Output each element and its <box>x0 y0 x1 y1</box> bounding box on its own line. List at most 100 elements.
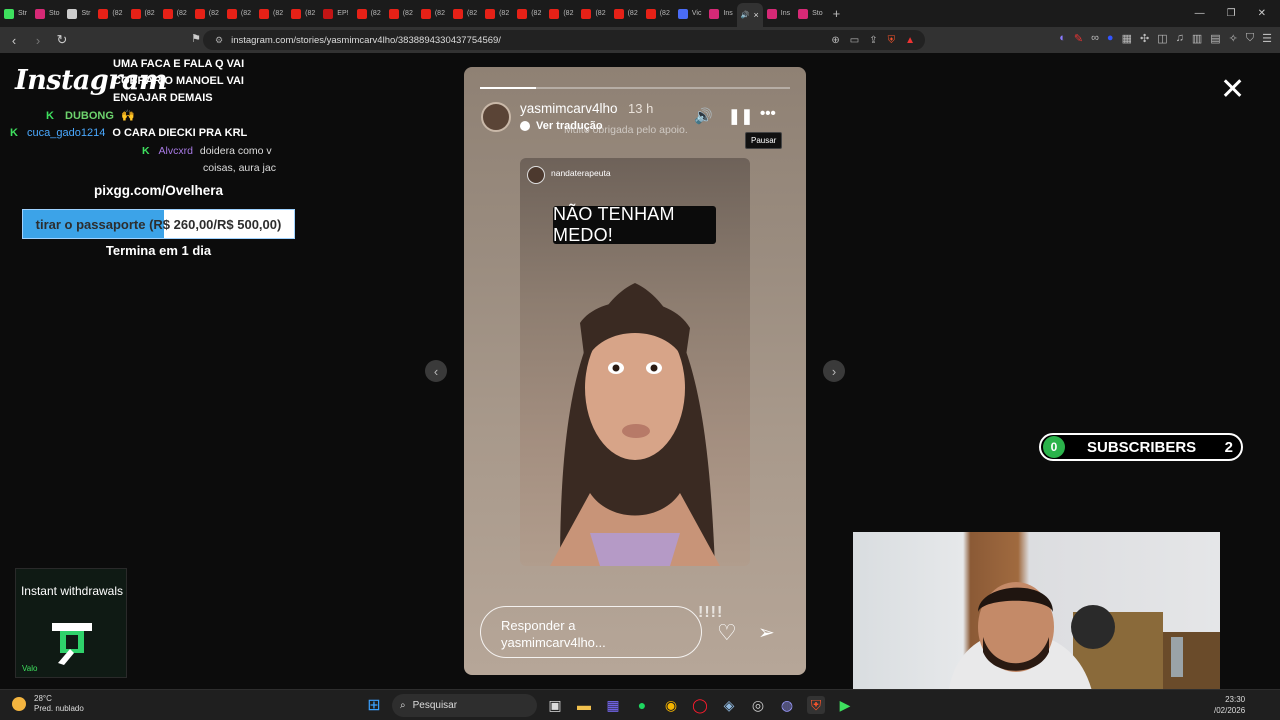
extension-icon[interactable]: ● <box>1107 32 1114 45</box>
new-tab-button[interactable]: + <box>833 6 841 21</box>
browser-tab[interactable]: Sto <box>31 0 64 27</box>
extension-icon[interactable]: ∞ <box>1091 32 1099 45</box>
previous-story-button[interactable]: ‹ <box>425 360 447 382</box>
screenshot-icon[interactable]: ◫ <box>1157 32 1167 45</box>
media-icon[interactable]: ♫ <box>1176 32 1184 45</box>
browser-tab[interactable]: (82 <box>159 0 191 27</box>
promo-title: Instant withdrawals <box>20 584 124 598</box>
webcam-feed <box>853 532 1220 695</box>
maximize-icon[interactable]: ❐ <box>1227 8 1236 19</box>
browser-tab[interactable]: EP! <box>319 0 352 27</box>
volume-icon[interactable]: 🔊 <box>694 107 713 125</box>
extension-icon[interactable]: ▦ <box>1122 32 1132 45</box>
webcam-image <box>948 582 1220 695</box>
browser-tab[interactable]: (82 <box>127 0 159 27</box>
extension-icon[interactable]: ✎ <box>1074 32 1083 45</box>
next-story-button[interactable]: › <box>823 360 845 382</box>
browser-tab[interactable]: (82 <box>513 0 545 27</box>
browser-tab[interactable]: Vic <box>674 0 706 27</box>
share-icon[interactable]: ⇪ <box>869 35 877 46</box>
app-icon[interactable]: ▶ <box>836 696 854 714</box>
active-browser-tab[interactable]: 🔊 × <box>736 3 763 27</box>
opera-icon[interactable]: ◯ <box>691 696 709 714</box>
tab-favicon-icon <box>766 8 777 19</box>
tab-close-icon[interactable]: × <box>754 10 759 20</box>
reload-icon[interactable]: ↻ <box>52 32 72 48</box>
chrome-icon[interactable]: ◉ <box>662 696 680 714</box>
windows-start-icon[interactable]: ⊞ <box>365 696 383 714</box>
tab-favicon-icon <box>452 8 463 19</box>
browser-tab[interactable]: (82 <box>353 0 385 27</box>
steam-icon[interactable]: ◈ <box>720 696 738 714</box>
brave-rewards-icon[interactable]: ▲ <box>905 35 915 46</box>
translate-link[interactable]: Ver tradução <box>520 120 603 132</box>
close-icon[interactable]: ✕ <box>1220 75 1245 105</box>
more-options-icon[interactable]: ••• <box>760 105 776 122</box>
browser-tab[interactable]: Sto <box>794 0 827 27</box>
brave-icon[interactable]: ⛨ <box>807 696 825 714</box>
sidebar-icon[interactable]: ▥ <box>1192 32 1202 45</box>
tab-favicon-icon <box>67 8 78 19</box>
browser-tab[interactable]: (82 <box>255 0 287 27</box>
back-icon[interactable]: ‹ <box>4 33 24 48</box>
app-icon[interactable]: ◎ <box>749 696 767 714</box>
tab-label: Str <box>81 10 91 17</box>
menu-icon[interactable]: ☰ <box>1262 32 1272 45</box>
browser-tab[interactable]: (82 <box>417 0 449 27</box>
site-settings-icon[interactable]: ⚙ <box>215 35 223 46</box>
extension-icon[interactable]: ◐ <box>1059 32 1066 45</box>
shared-post[interactable]: nandaterapeuta NÃO TENHAM MEDO! <box>520 158 750 566</box>
send-icon[interactable]: ➢ <box>758 620 775 645</box>
browser-tab[interactable]: (82 <box>610 0 642 27</box>
minimize-icon[interactable]: — <box>1195 8 1205 19</box>
avatar[interactable] <box>481 102 511 132</box>
pause-icon[interactable]: ❚❚ <box>728 107 753 125</box>
url-bar[interactable]: ⚙ instagram.com/stories/yasmimcarv4lho/3… <box>203 30 925 50</box>
shared-post-username[interactable]: nandaterapeuta <box>551 168 611 178</box>
task-view-icon[interactable]: ▣ <box>546 696 564 714</box>
browser-tab[interactable]: (82 <box>449 0 481 27</box>
brave-shield-icon[interactable]: ⛨ <box>888 35 896 46</box>
story-username[interactable]: yasmimcarv4lho <box>520 101 618 116</box>
puzzle-icon[interactable]: ✣ <box>1140 32 1149 45</box>
browser-tab[interactable]: Ins <box>763 0 794 27</box>
story-viewer[interactable]: yasmimcarv4lho 13 h Muito obrigada pelo … <box>464 67 806 675</box>
browser-tab[interactable]: (82 <box>94 0 126 27</box>
cast-icon[interactable]: ▭ <box>850 35 859 46</box>
browser-tab[interactable]: (82 <box>223 0 255 27</box>
wallet-icon[interactable]: ▤ <box>1210 32 1220 45</box>
forward-icon[interactable]: › <box>28 33 48 48</box>
browser-tab[interactable]: Str <box>0 0 31 27</box>
subscribers-count-right: 2 <box>1224 438 1233 456</box>
heart-icon[interactable]: ♡ <box>717 620 737 646</box>
donation-goal-bar: tirar o passaporte (R$ 260,00/R$ 500,00) <box>22 209 295 239</box>
taskbar-search[interactable]: ⌕ Pesquisar <box>392 694 537 717</box>
apps-icon[interactable]: ▦ <box>604 696 622 714</box>
app-icon[interactable]: ◍ <box>778 696 796 714</box>
browser-tab[interactable]: (82 <box>545 0 577 27</box>
leo-icon[interactable]: ✧ <box>1229 32 1238 45</box>
zoom-icon[interactable]: ⊕ <box>831 35 839 46</box>
weather-widget[interactable]: 28°C Pred. nublado <box>12 694 84 714</box>
taskbar-clock[interactable]: 23:30 /02/2026 <box>1214 694 1245 716</box>
tab-label: EP! <box>337 10 349 17</box>
browser-tab[interactable]: (82 <box>481 0 513 27</box>
chat-line: K Alvcxrd doidera como v <box>142 145 272 157</box>
browser-tab[interactable]: (82 <box>287 0 319 27</box>
browser-tab[interactable]: (82 <box>385 0 417 27</box>
file-explorer-icon[interactable]: ▬ <box>575 696 593 714</box>
browser-tab[interactable]: (82 <box>191 0 223 27</box>
browser-tab[interactable]: (82 <box>577 0 609 27</box>
tab-label: Sto <box>812 10 823 17</box>
avatar[interactable] <box>527 166 545 184</box>
reply-input[interactable]: Responder a yasmimcarv4lho... <box>480 606 702 658</box>
url-actions: ⊕ ▭ ⇪ ⛨ ▲ <box>831 35 915 46</box>
close-window-icon[interactable]: ✕ <box>1258 8 1266 19</box>
vpn-icon[interactable]: ⛉ <box>1246 32 1254 45</box>
browser-tab[interactable]: Ins <box>705 0 736 27</box>
tab-audio-icon[interactable]: 🔊 <box>741 11 750 19</box>
extension-icons: ◐ ✎ ∞ ● ▦ ✣ ◫ ♫ ▥ ▤ ✧ ⛉ ☰ <box>1059 32 1272 45</box>
spotify-icon[interactable]: ● <box>633 696 651 714</box>
browser-tab[interactable]: (82 <box>642 0 674 27</box>
browser-tab[interactable]: Str <box>63 0 94 27</box>
